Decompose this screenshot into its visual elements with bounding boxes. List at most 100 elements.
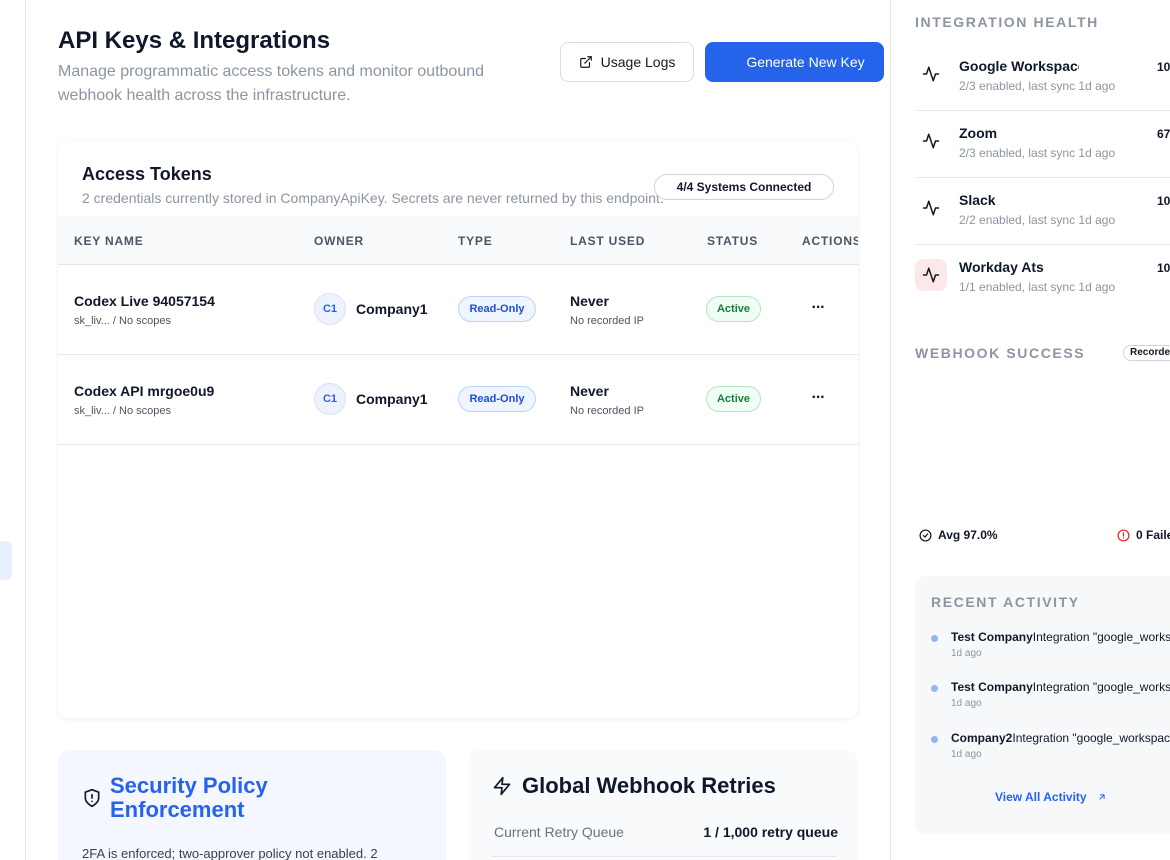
activity-icon <box>915 125 947 157</box>
shield-alert-icon <box>84 788 100 808</box>
recent-activity-card: RECENT ACTIVITY Test CompanyIntegration … <box>915 576 1170 834</box>
access-tokens-title: Access Tokens <box>82 164 212 184</box>
security-policy-card: Security Policy Enforcement 2FA is enfor… <box>58 750 446 860</box>
integration-health-percent: 67% <box>1157 127 1170 141</box>
external-link-icon <box>579 56 592 68</box>
integration-meta: 2/3 enabled, last sync 1d ago <box>959 79 1116 93</box>
view-all-label: View All Activity <box>995 790 1087 804</box>
integration-name: Zoom <box>959 125 998 141</box>
activity-actor: Company2 <box>951 731 1013 745</box>
right-panel: INTEGRATION HEALTH Google Workspace 2/3 … <box>890 0 1170 860</box>
generate-key-button[interactable]: Generate New Key <box>705 42 884 82</box>
integration-meta: 2/2 enabled, last sync 1d ago <box>959 213 1116 227</box>
integration-health-percent: 100% <box>1157 60 1170 74</box>
more-actions-button[interactable]: ··· <box>806 386 830 410</box>
activity-icon <box>915 192 947 224</box>
more-actions-button[interactable]: ··· <box>806 296 830 320</box>
access-tokens-description: 2 credentials currently stored in Compan… <box>82 190 664 206</box>
security-policy-body: 2FA is enforced; two-approver policy not… <box>82 846 378 860</box>
key-prefix-scopes: sk_liv... / No scopes <box>74 405 171 417</box>
retry-queue-label: Current Retry Queue <box>494 824 624 840</box>
activity-text: Test CompanyIntegration "google_workspac… <box>951 680 1170 694</box>
page-subtitle: Manage programmatic access tokens and mo… <box>58 63 485 104</box>
list-item[interactable]: Test CompanyIntegration "google_workspac… <box>931 680 1170 720</box>
list-item[interactable]: Company2Integration "google_workspace" 1… <box>931 731 1170 771</box>
webhook-retries-title: Global Webhook Retries <box>522 773 776 798</box>
column-owner: OWNER <box>314 234 364 248</box>
activity-actor: Test Company <box>951 630 1033 644</box>
webhook-success-heading: WEBHOOK SUCCESS <box>915 345 1086 361</box>
last-used: Never <box>570 383 609 399</box>
left-nav-rail <box>0 0 26 860</box>
list-item[interactable]: Test CompanyIntegration "google_workspac… <box>931 630 1170 670</box>
column-actions: ACTIONS <box>802 234 858 248</box>
column-status: STATUS <box>707 234 759 248</box>
column-type: TYPE <box>458 234 493 248</box>
arrow-up-right-icon <box>1099 794 1105 800</box>
column-last-used: LAST USED <box>570 234 646 248</box>
main-content: API Keys & Integrations Manage programma… <box>26 0 890 860</box>
recorded-badge: Recorded <box>1123 345 1170 361</box>
owner-name: Company1 <box>356 391 428 407</box>
activity-dot <box>931 635 938 642</box>
activity-alert-icon <box>915 259 947 291</box>
usage-logs-label: Usage Logs <box>600 54 676 70</box>
webhook-avg-value: Avg 97.0% <box>938 528 998 542</box>
alert-circle-icon <box>1117 528 1130 542</box>
integration-health-percent: 100% <box>1157 261 1170 275</box>
avatar: C1 <box>314 383 346 415</box>
type-badge: Read-Only <box>458 386 536 412</box>
activity-dot <box>931 736 938 743</box>
last-ip: No recorded IP <box>570 315 644 327</box>
systems-connected-badge: 4/4 Systems Connected <box>654 174 834 200</box>
nav-active-indicator[interactable] <box>0 541 12 580</box>
integration-name: Slack <box>959 192 996 208</box>
key-name: Codex API mrgoe0u9 <box>74 383 215 399</box>
key-name: Codex Live 94057154 <box>74 293 215 309</box>
page-title: API Keys & Integrations <box>58 27 331 54</box>
activity-text: Test CompanyIntegration "google_workspac… <box>951 630 1170 644</box>
recent-activity-heading: RECENT ACTIVITY <box>931 594 1080 610</box>
table-row[interactable]: Codex Live 94057154 sk_liv... / No scope… <box>58 265 858 355</box>
column-key-name: KEY NAME <box>74 234 144 248</box>
activity-time: 1d ago <box>951 698 982 709</box>
webhook-failed-stat: 0 Failed <box>1117 528 1170 542</box>
webhook-failed-value: 0 Failed <box>1136 528 1170 542</box>
security-policy-title: Security Policy Enforcement <box>110 773 268 822</box>
status-badge: Active <box>706 296 761 322</box>
webhook-avg-stat: Avg 97.0% <box>919 528 998 542</box>
divider <box>492 856 836 857</box>
integration-meta: 2/3 enabled, last sync 1d ago <box>959 146 1116 160</box>
retry-queue-value: 1 / 1,000 retry queue <box>703 824 838 840</box>
activity-text: Company2Integration "google_workspace" <box>951 731 1170 745</box>
integration-name: Workday Ats <box>959 259 1044 275</box>
type-badge: Read-Only <box>458 296 536 322</box>
usage-logs-button[interactable]: Usage Logs <box>560 42 694 82</box>
last-used: Never <box>570 293 609 309</box>
activity-time: 1d ago <box>951 648 982 659</box>
lightning-icon <box>493 776 511 796</box>
access-tokens-card: Access Tokens 2 credentials currently st… <box>58 140 858 718</box>
view-all-activity-link[interactable]: View All Activity <box>995 790 1107 804</box>
table-row[interactable]: Codex API mrgoe0u9 sk_liv... / No scopes… <box>58 355 858 445</box>
avatar: C1 <box>314 293 346 325</box>
integration-item-workday-ats[interactable]: Workday Ats 1/1 enabled, last sync 1d ag… <box>915 245 1170 312</box>
key-prefix-scopes: sk_liv... / No scopes <box>74 315 171 327</box>
activity-actor: Test Company <box>951 680 1033 694</box>
check-circle-icon <box>919 528 932 542</box>
webhook-retries-card: Global Webhook Retries Current Retry Que… <box>468 750 858 860</box>
activity-message: Integration "google_workspace" <box>1012 731 1170 745</box>
owner-name: Company1 <box>356 301 428 317</box>
tokens-table-header: KEY NAME OWNER TYPE LAST USED STATUS ACT… <box>58 216 858 265</box>
activity-dot <box>931 685 938 692</box>
integration-health-heading: INTEGRATION HEALTH <box>915 14 1099 30</box>
status-badge: Active <box>706 386 761 412</box>
activity-message: Integration "google_workspace" <box>1032 630 1170 644</box>
activity-time: 1d ago <box>951 749 982 760</box>
activity-message: Integration "google_workspace" <box>1032 680 1170 694</box>
integration-name: Google Workspace <box>959 58 1079 74</box>
integration-item-slack[interactable]: Slack 2/2 enabled, last sync 1d ago 100% <box>915 178 1170 245</box>
integration-meta: 1/1 enabled, last sync 1d ago <box>959 280 1116 294</box>
integration-item-zoom[interactable]: Zoom 2/3 enabled, last sync 1d ago 67% <box>915 111 1170 178</box>
integration-item-google-workspace[interactable]: Google Workspace 2/3 enabled, last sync … <box>915 44 1170 111</box>
